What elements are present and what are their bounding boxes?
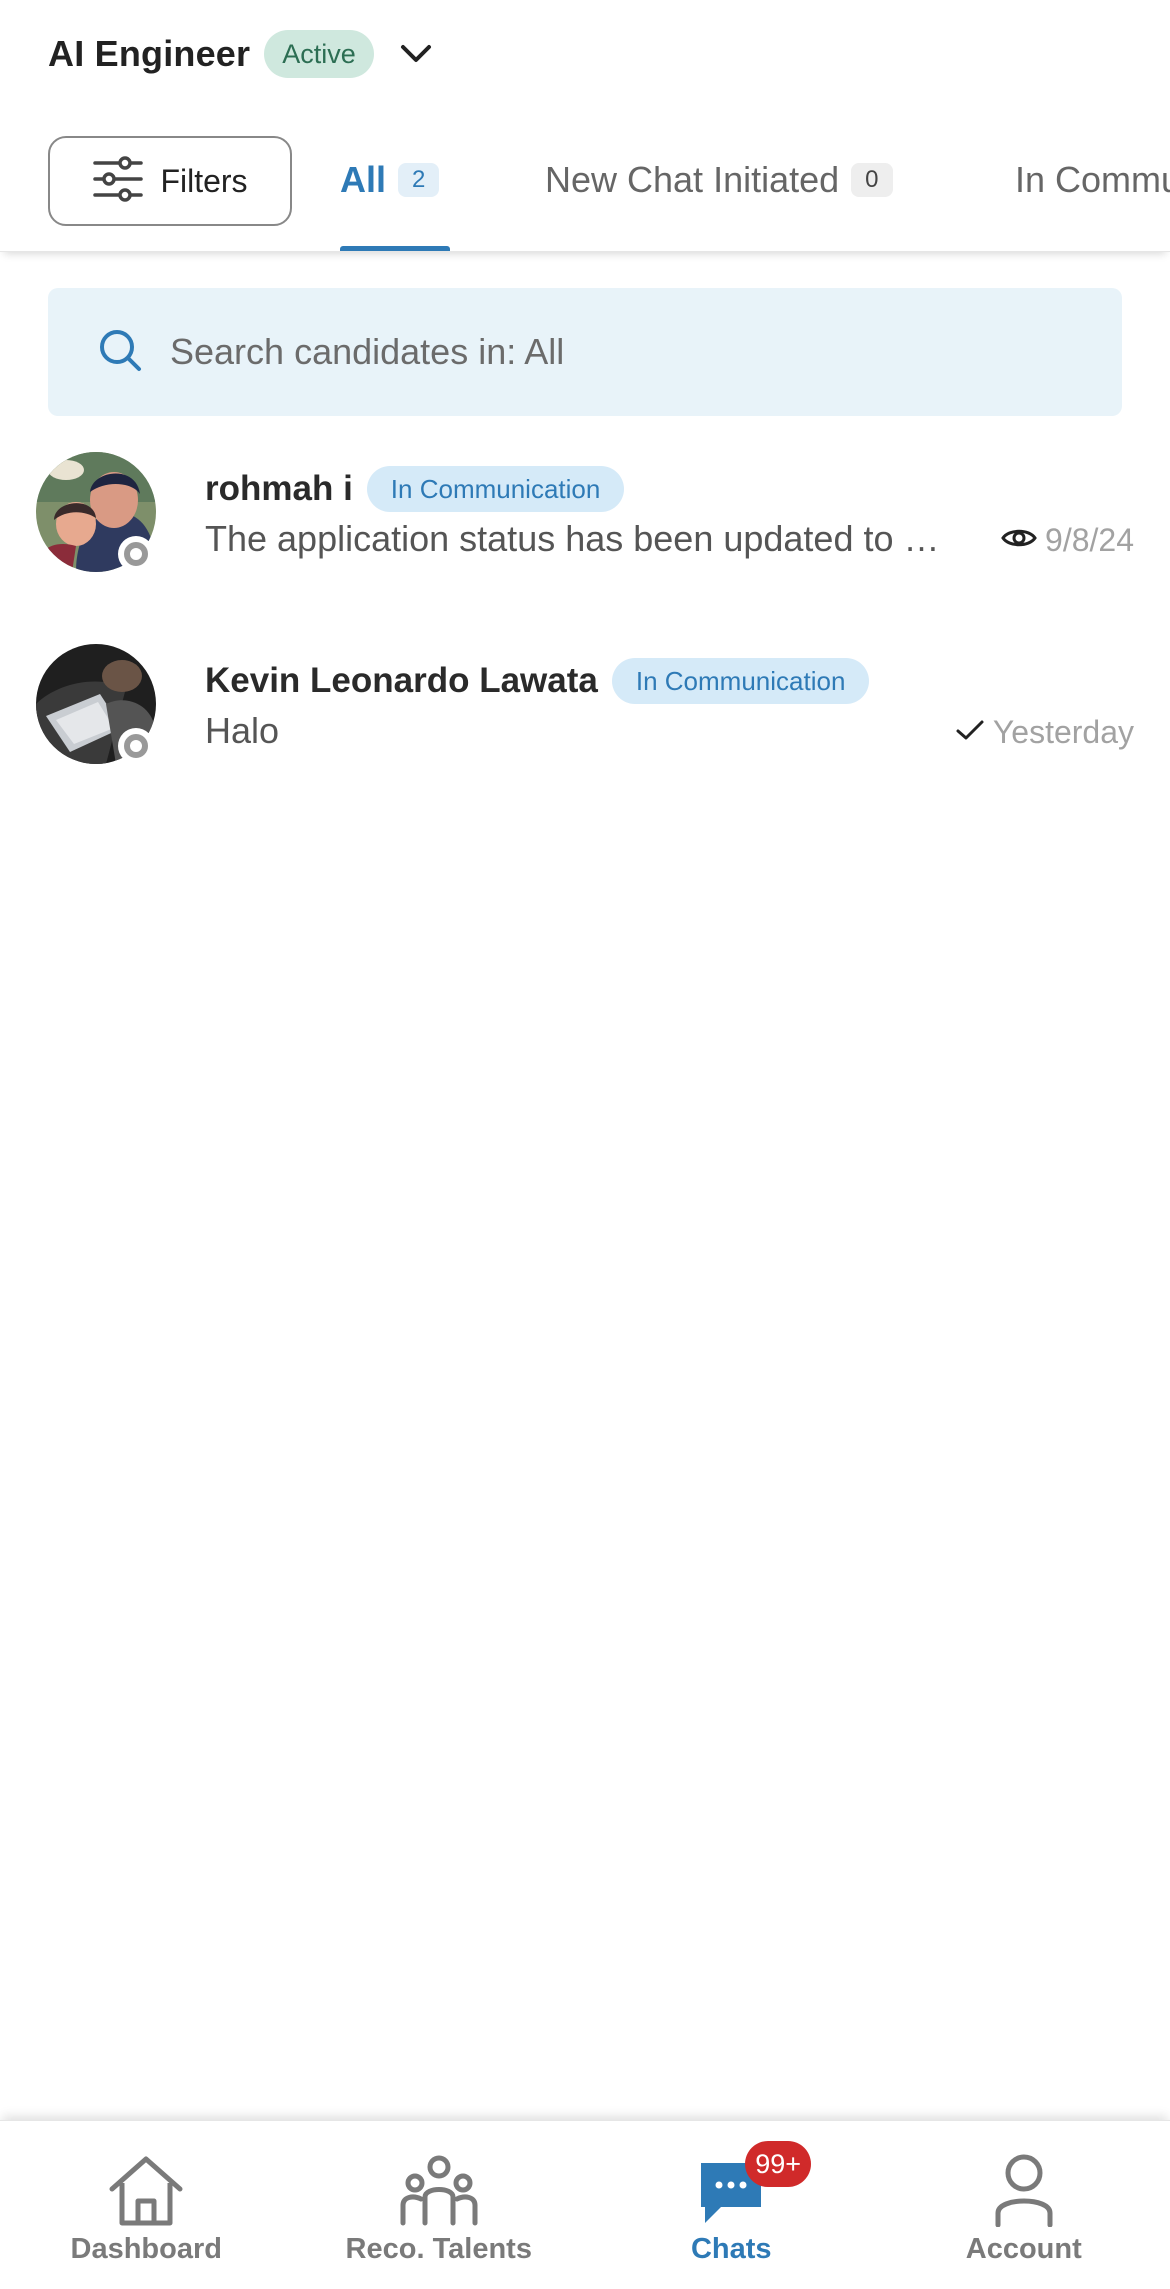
home-icon bbox=[104, 2151, 188, 2229]
chevron-down-icon[interactable] bbox=[396, 34, 436, 74]
message-time: Yesterday bbox=[992, 713, 1134, 750]
nav-label: Account bbox=[965, 2233, 1082, 2265]
nav-label: Reco. Talents bbox=[345, 2233, 532, 2265]
search-bar[interactable] bbox=[48, 288, 1122, 416]
sliders-icon bbox=[92, 155, 144, 207]
tab-new-chat-initiated[interactable]: New Chat Initiated 0 bbox=[545, 108, 893, 251]
nav-reco-talents[interactable]: Reco. Talents bbox=[293, 2121, 586, 2289]
filters-button[interactable]: Filters bbox=[48, 136, 292, 226]
filters-label: Filters bbox=[160, 162, 248, 199]
candidate-name: rohmah i bbox=[205, 469, 353, 508]
nav-label: Chats bbox=[690, 2233, 772, 2265]
search-input[interactable] bbox=[170, 331, 1070, 373]
eye-icon bbox=[1001, 526, 1037, 555]
check-icon bbox=[955, 718, 985, 747]
job-header: AI Engineer Active bbox=[0, 0, 1170, 108]
tab-count-badge: 2 bbox=[398, 163, 440, 197]
presence-indicator bbox=[118, 536, 154, 572]
tab-label: All bbox=[340, 159, 387, 200]
person-icon bbox=[982, 2151, 1066, 2229]
tab-all[interactable]: All 2 bbox=[340, 108, 450, 251]
status-tabs-bar: Filters All 2 New Chat Initiated 0 In Co… bbox=[0, 108, 1170, 252]
chat-list-item[interactable]: Kevin Leonardo Lawata In Communication H… bbox=[0, 610, 1170, 800]
status-badge: In Communication bbox=[611, 658, 870, 704]
notification-badge: 99+ bbox=[745, 2141, 812, 2187]
search-icon bbox=[98, 328, 142, 377]
chat-list-item[interactable]: rohmah i In Communication The applicatio… bbox=[0, 418, 1170, 608]
nav-chats[interactable]: 99+ Chats bbox=[585, 2121, 878, 2289]
presence-indicator bbox=[118, 728, 154, 764]
tab-label: In Commu bbox=[1015, 159, 1170, 200]
bottom-navigation: Dashboard Reco. Talents 99+ Chats Accoun… bbox=[0, 2120, 1170, 2289]
nav-account[interactable]: Account bbox=[878, 2121, 1170, 2289]
tab-in-communication[interactable]: In Commu bbox=[1015, 108, 1170, 251]
candidate-name: Kevin Leonardo Lawata bbox=[205, 661, 598, 700]
job-status-badge: Active bbox=[264, 30, 374, 78]
last-message: The application status has been updated … bbox=[205, 518, 940, 559]
status-badge: In Communication bbox=[366, 466, 625, 512]
message-time: 9/8/24 bbox=[1045, 521, 1134, 558]
chat-icon: 99+ bbox=[689, 2141, 812, 2229]
nav-dashboard[interactable]: Dashboard bbox=[0, 2121, 293, 2289]
tab-count-badge: 0 bbox=[851, 163, 893, 197]
job-title[interactable]: AI Engineer bbox=[48, 33, 250, 75]
tab-label: New Chat Initiated bbox=[545, 159, 840, 200]
last-message: Halo bbox=[205, 710, 280, 751]
people-icon bbox=[397, 2151, 481, 2229]
nav-label: Dashboard bbox=[70, 2233, 222, 2265]
